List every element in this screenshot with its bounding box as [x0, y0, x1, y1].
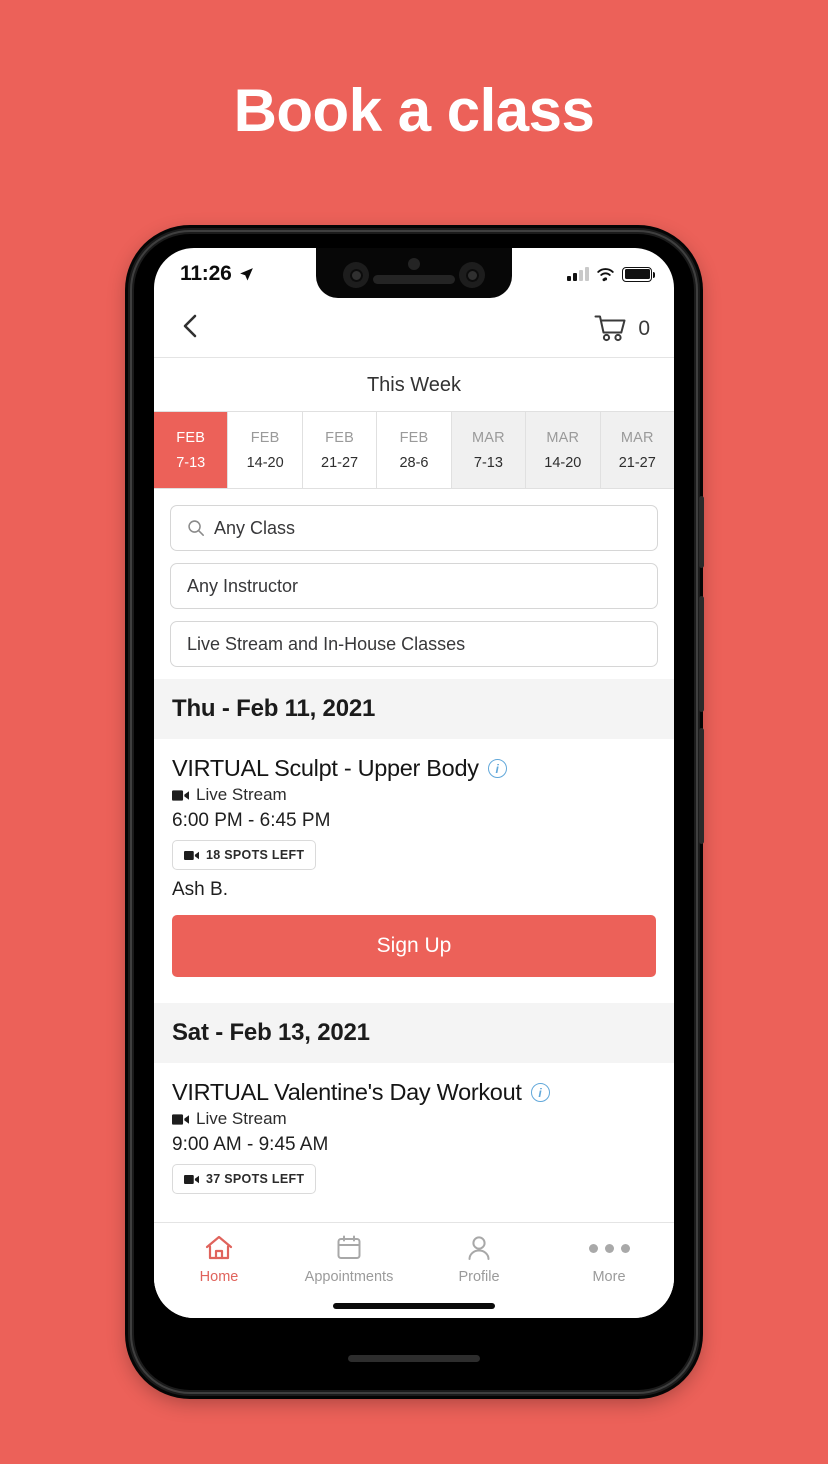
status-time: 11:26 [180, 262, 232, 285]
week-month: MAR [546, 429, 580, 446]
page-title: Book a class [233, 77, 595, 144]
day-header: Sat - Feb 13, 2021 [154, 1003, 674, 1063]
wifi-icon [597, 267, 614, 281]
person-icon [465, 1233, 493, 1263]
class-card: VIRTUAL Valentine's Day Workout i Live S… [154, 1063, 674, 1198]
phone-button-volume-up [699, 596, 704, 712]
week-month: MAR [620, 429, 654, 446]
calendar-icon [335, 1233, 363, 1263]
week-tab-2[interactable]: FEB 21-27 [302, 412, 378, 488]
video-camera-icon [184, 1174, 199, 1184]
class-instructor: Ash B. [172, 879, 228, 900]
week-tab-1[interactable]: FEB 14-20 [228, 412, 303, 488]
spots-left-badge: 18 SPOTS LEFT [172, 840, 317, 870]
depth-camera-icon [459, 262, 485, 288]
video-camera-icon [184, 850, 199, 860]
class-type-value: Live Stream and In-House Classes [187, 633, 466, 654]
class-time: 6:00 PM - 6:45 PM [172, 810, 331, 831]
spots-left-label: 18 SPOTS LEFT [206, 848, 305, 862]
week-range: 21-27 [618, 454, 656, 471]
week-month: FEB [325, 429, 354, 446]
class-search-value: Any Class [214, 517, 296, 538]
class-title: VIRTUAL Sculpt - Upper Body [172, 755, 479, 781]
tab-more[interactable]: More [544, 1223, 674, 1318]
phone-notch [316, 248, 512, 298]
info-circle-icon[interactable]: i [530, 1083, 550, 1102]
instructor-select-value: Any Instructor [187, 575, 299, 596]
home-icon [204, 1233, 234, 1263]
cart-button[interactable]: 0 [594, 314, 650, 344]
phone-speaker-grille [348, 1355, 480, 1362]
spots-left-label: 37 SPOTS LEFT [206, 1172, 305, 1186]
week-range: 14-20 [246, 454, 284, 471]
week-range: 7-13 [473, 454, 503, 471]
class-stream-label: Live Stream [196, 1109, 287, 1128]
week-month: FEB [176, 429, 206, 446]
front-camera-icon [343, 262, 369, 288]
cart-count: 0 [638, 316, 650, 340]
location-arrow-icon [239, 267, 253, 281]
phone-button-volume-down [699, 728, 704, 844]
sign-up-button[interactable]: Sign Up [172, 915, 656, 977]
status-time-group: 11:26 [180, 262, 255, 286]
class-title: VIRTUAL Valentine's Day Workout [172, 1079, 522, 1105]
class-search-input[interactable]: Any Class [170, 505, 658, 551]
instructor-select[interactable]: Any Instructor [170, 563, 658, 609]
class-title-row: VIRTUAL Valentine's Day Workout i [172, 1079, 656, 1106]
tab-home[interactable]: Home [154, 1223, 284, 1318]
week-tab-5[interactable]: MAR 14-20 [526, 412, 601, 488]
phone-frame: 11:26 0 This Week FEB 7-13 FEB 14-20 FEB… [128, 228, 704, 1396]
phone-button-mute [699, 496, 704, 568]
video-camera-icon [172, 1113, 189, 1125]
earpiece-speaker-icon [373, 275, 455, 284]
shopping-cart-icon [594, 315, 626, 341]
cellular-signal-icon [567, 267, 589, 281]
week-tab-4[interactable]: MAR 7-13 [451, 412, 527, 488]
week-label: This Week [366, 374, 462, 396]
week-range: 21-27 [321, 454, 359, 471]
week-month: FEB [250, 429, 280, 446]
tab-home-label: Home [199, 1269, 239, 1285]
tab-appointments-label: Appointments [304, 1269, 394, 1285]
spots-left-badge: 37 SPOTS LEFT [172, 1164, 317, 1194]
chevron-left-icon [183, 314, 197, 338]
home-indicator [333, 1303, 495, 1309]
search-icon [188, 520, 204, 536]
tab-more-label: More [592, 1269, 626, 1285]
tab-more-label-spacer: Profile [458, 1269, 500, 1285]
phone-screen: 11:26 0 This Week FEB 7-13 FEB 14-20 FEB… [154, 248, 674, 1318]
week-selector[interactable]: FEB 7-13 FEB 14-20 FEB 21-27 FEB 28-6 MA… [154, 411, 674, 489]
status-indicators [567, 266, 655, 282]
app-bar: 0 [154, 300, 674, 358]
battery-full-icon [622, 266, 655, 282]
class-card: VIRTUAL Sculpt - Upper Body i Live Strea… [154, 739, 674, 981]
card-spacer [154, 981, 674, 1003]
week-month: FEB [399, 429, 429, 446]
filter-section: Any Class Any Instructor Live Stream and… [154, 489, 674, 679]
week-range: 14-20 [544, 454, 582, 471]
class-stream-row: Live Stream [172, 1109, 656, 1129]
week-tab-0[interactable]: FEB 7-13 [154, 412, 229, 488]
week-range: 28-6 [399, 454, 429, 471]
class-type-select[interactable]: Live Stream and In-House Classes [170, 621, 658, 667]
video-camera-icon [172, 789, 189, 801]
week-tab-3[interactable]: FEB 28-6 [377, 412, 452, 488]
class-stream-label: Live Stream [196, 785, 287, 804]
class-time: 9:00 AM - 9:45 AM [172, 1134, 329, 1155]
week-month: MAR [471, 429, 505, 446]
week-range: 7-13 [176, 454, 206, 471]
week-tab-6[interactable]: MAR 21-27 [600, 412, 674, 488]
class-title-row: VIRTUAL Sculpt - Upper Body i [172, 755, 656, 782]
back-button[interactable] [178, 312, 202, 345]
sensor-dot-icon [408, 258, 420, 270]
ellipsis-icon [588, 1233, 630, 1263]
info-circle-icon[interactable]: i [487, 759, 507, 778]
day-header: Thu - Feb 11, 2021 [154, 679, 674, 739]
class-stream-row: Live Stream [172, 785, 656, 805]
